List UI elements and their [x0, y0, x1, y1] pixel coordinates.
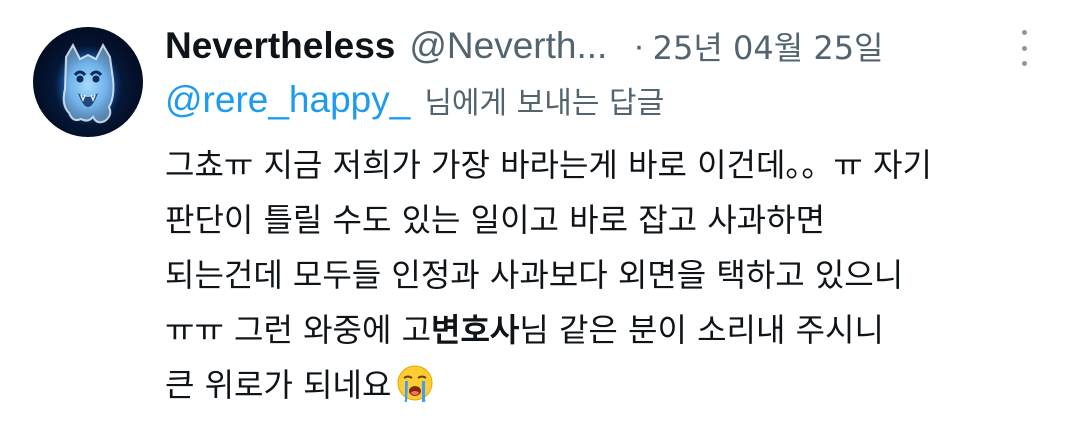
- more-vertical-icon[interactable]: [1012, 30, 1036, 66]
- ghost-avatar-icon: [54, 42, 122, 125]
- body-line-4-a: ㅠㅠ 그런 와중에 고: [165, 311, 432, 349]
- body-line-5-text: 큰 위로가 되네요: [165, 366, 392, 404]
- separator-dot: ·: [633, 26, 645, 65]
- timestamp[interactable]: 25년 04월 25일: [653, 23, 884, 69]
- body-line-4-bold: 변호사: [431, 311, 520, 349]
- user-handle[interactable]: @Neverth...: [409, 25, 607, 67]
- reply-suffix: 님에게 보내는 답글: [424, 86, 665, 121]
- reply-to-handle[interactable]: @rere_happy_: [165, 79, 410, 121]
- reply-context: @rere_happy_ 님에게 보내는 답글: [165, 76, 664, 124]
- body-line-5: 큰 위로가 되네요: [165, 358, 1045, 413]
- tweet-body: 그쵸ㅠ 지금 저희가 가장 바라는게 바로 이건데。。ㅠ 자기 판단이 틀릴 수…: [165, 138, 1045, 413]
- body-line-4: ㅠㅠ 그런 와중에 고변호사님 같은 분이 소리내 주시니: [165, 303, 1045, 358]
- body-line-1: 그쵸ㅠ 지금 저희가 가장 바라는게 바로 이건데。。ㅠ 자기: [165, 146, 932, 184]
- avatar[interactable]: [33, 27, 143, 137]
- body-line-3: 되는건데 모두들 인정과 사과보다 외면을 택하고 있으니: [165, 256, 904, 294]
- body-line-4-b: 님 같은 분이 소리내 주시니: [519, 311, 884, 349]
- body-line-2: 판단이 틀릴 수도 있는 일이고 바로 잡고 사과하면: [165, 201, 826, 239]
- tweet-header: Nevertheless @Neverth... · 25년 04월 25일: [165, 22, 1045, 70]
- tweet: Nevertheless @Neverth... · 25년 04월 25일 @…: [0, 0, 1080, 427]
- loudly-crying-face-emoji-icon: [397, 365, 433, 402]
- display-name[interactable]: Nevertheless: [165, 25, 395, 67]
